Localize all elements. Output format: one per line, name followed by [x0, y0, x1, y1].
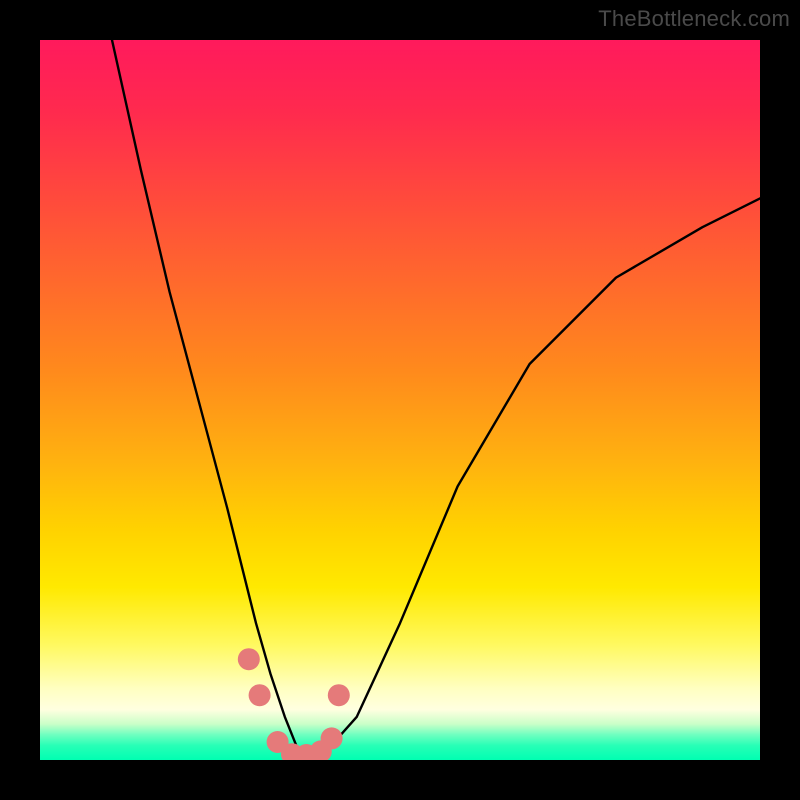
chart-frame: TheBottleneck.com [0, 0, 800, 800]
highlighted-points [238, 648, 350, 760]
curve-layer [40, 40, 760, 760]
marker-dot [321, 727, 343, 749]
marker-dot [249, 684, 271, 706]
marker-dot [328, 684, 350, 706]
bottleneck-curve [112, 40, 760, 756]
plot-area [40, 40, 760, 760]
marker-dot [238, 648, 260, 670]
watermark-text: TheBottleneck.com [598, 6, 790, 32]
curve-path [112, 40, 760, 756]
